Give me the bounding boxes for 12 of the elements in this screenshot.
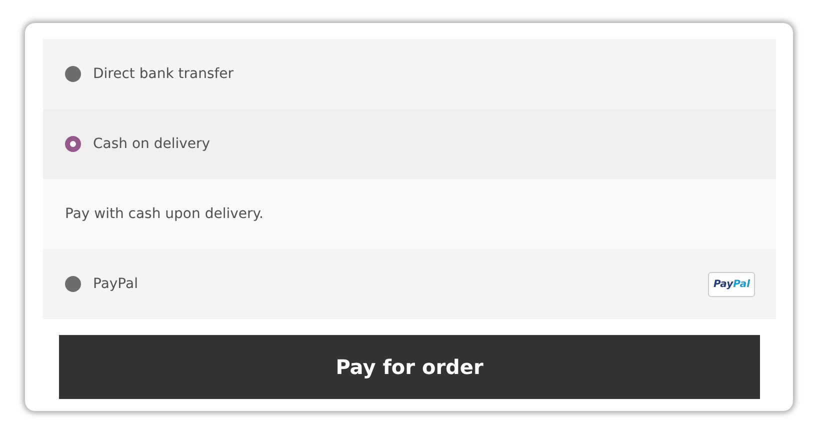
radio-button[interactable] — [65, 66, 81, 82]
pay-button[interactable]: Pay for order — [59, 335, 760, 399]
option-label: PayPal — [93, 276, 138, 292]
payment-option[interactable]: Direct bank transfer — [43, 39, 776, 109]
payment-option[interactable]: PayPal PayPal — [43, 249, 776, 319]
payment-option[interactable]: Cash on delivery — [43, 109, 776, 179]
payment-description: Pay with cash upon delivery. — [43, 179, 776, 249]
radio-button[interactable] — [65, 136, 81, 152]
radio-button[interactable] — [65, 276, 81, 292]
option-label: Direct bank transfer — [93, 66, 234, 82]
paypal-logo: PayPal — [708, 272, 755, 296]
option-label: Cash on delivery — [93, 136, 210, 152]
